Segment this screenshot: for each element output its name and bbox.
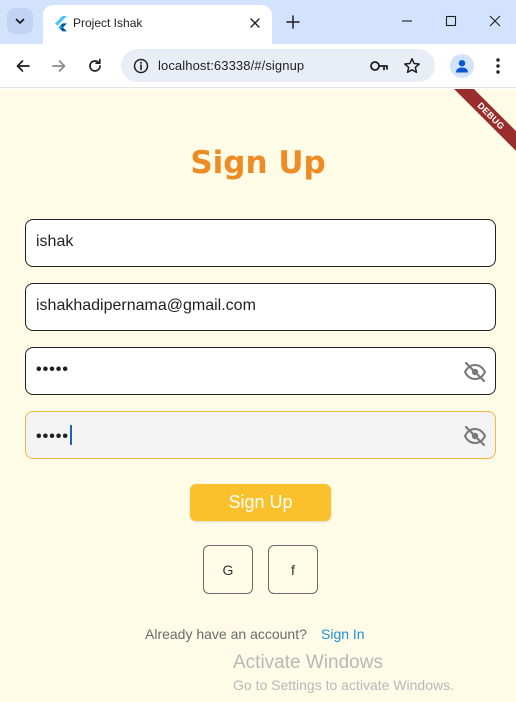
minimize-button[interactable] xyxy=(396,10,418,32)
page-title: Sign Up xyxy=(190,145,326,181)
new-tab-button[interactable] xyxy=(282,11,304,33)
chevron-down-icon xyxy=(15,18,25,24)
arrow-right-icon xyxy=(52,60,66,72)
arrow-left-icon xyxy=(16,60,30,72)
confirm-password-value-wrap: ••••• xyxy=(36,425,73,446)
person-icon xyxy=(456,60,468,73)
password-value: ••••• xyxy=(36,361,70,378)
app-viewport: DEBUG Sign Up ishak ishakhadipernama@gma… xyxy=(0,89,516,702)
text-caret xyxy=(70,425,73,445)
close-icon xyxy=(489,15,501,27)
back-button[interactable] xyxy=(11,54,35,78)
confirm-password-value: ••••• xyxy=(36,428,70,445)
signin-prompt: Already have an account? xyxy=(145,626,307,642)
close-icon xyxy=(250,18,260,28)
browser-menu-button[interactable] xyxy=(486,54,510,78)
reload-icon xyxy=(89,58,101,72)
browser-tab-active[interactable]: Project Ishak xyxy=(43,5,272,44)
reload-button[interactable] xyxy=(83,54,107,78)
signin-link[interactable]: Sign In xyxy=(321,626,365,642)
maximize-button[interactable] xyxy=(440,10,462,32)
key-icon[interactable] xyxy=(369,57,389,75)
forward-button[interactable] xyxy=(47,54,71,78)
address-url[interactable]: localhost:63338/#/signup xyxy=(158,58,304,73)
email-field[interactable]: ishakhadipernama@gmail.com xyxy=(25,283,496,331)
plus-icon xyxy=(286,15,300,29)
browser-tabbar: Project Ishak xyxy=(0,0,516,44)
facebook-signin-button[interactable]: f xyxy=(268,545,318,594)
name-field[interactable]: ishak xyxy=(25,219,496,267)
google-signin-button[interactable]: G xyxy=(203,545,253,594)
email-value: ishakhadipernama@gmail.com xyxy=(36,297,256,314)
name-value: ishak xyxy=(36,233,74,250)
flutter-icon xyxy=(55,16,67,32)
info-icon[interactable] xyxy=(133,58,149,74)
signup-button[interactable]: Sign Up xyxy=(190,484,331,521)
star-icon[interactable] xyxy=(403,57,421,75)
eye-off-icon[interactable] xyxy=(463,424,487,448)
minimize-icon xyxy=(402,20,412,22)
tab-search-button[interactable] xyxy=(7,8,33,34)
maximize-icon xyxy=(445,15,457,27)
address-bar[interactable]: localhost:63338/#/signup xyxy=(121,49,435,82)
activate-windows-title: Activate Windows xyxy=(233,652,383,673)
activate-windows-subtitle: Go to Settings to activate Windows. xyxy=(233,677,454,693)
confirm-password-field[interactable]: ••••• xyxy=(25,411,496,459)
profile-button[interactable] xyxy=(450,54,474,78)
password-field[interactable]: ••••• xyxy=(25,347,496,395)
window-close-button[interactable] xyxy=(484,10,506,32)
eye-off-icon[interactable] xyxy=(463,360,487,384)
kebab-icon xyxy=(496,58,500,74)
tab-title: Project Ishak xyxy=(73,16,143,30)
tab-close-button[interactable] xyxy=(247,15,263,31)
browser-toolbar: localhost:63338/#/signup xyxy=(0,44,516,88)
